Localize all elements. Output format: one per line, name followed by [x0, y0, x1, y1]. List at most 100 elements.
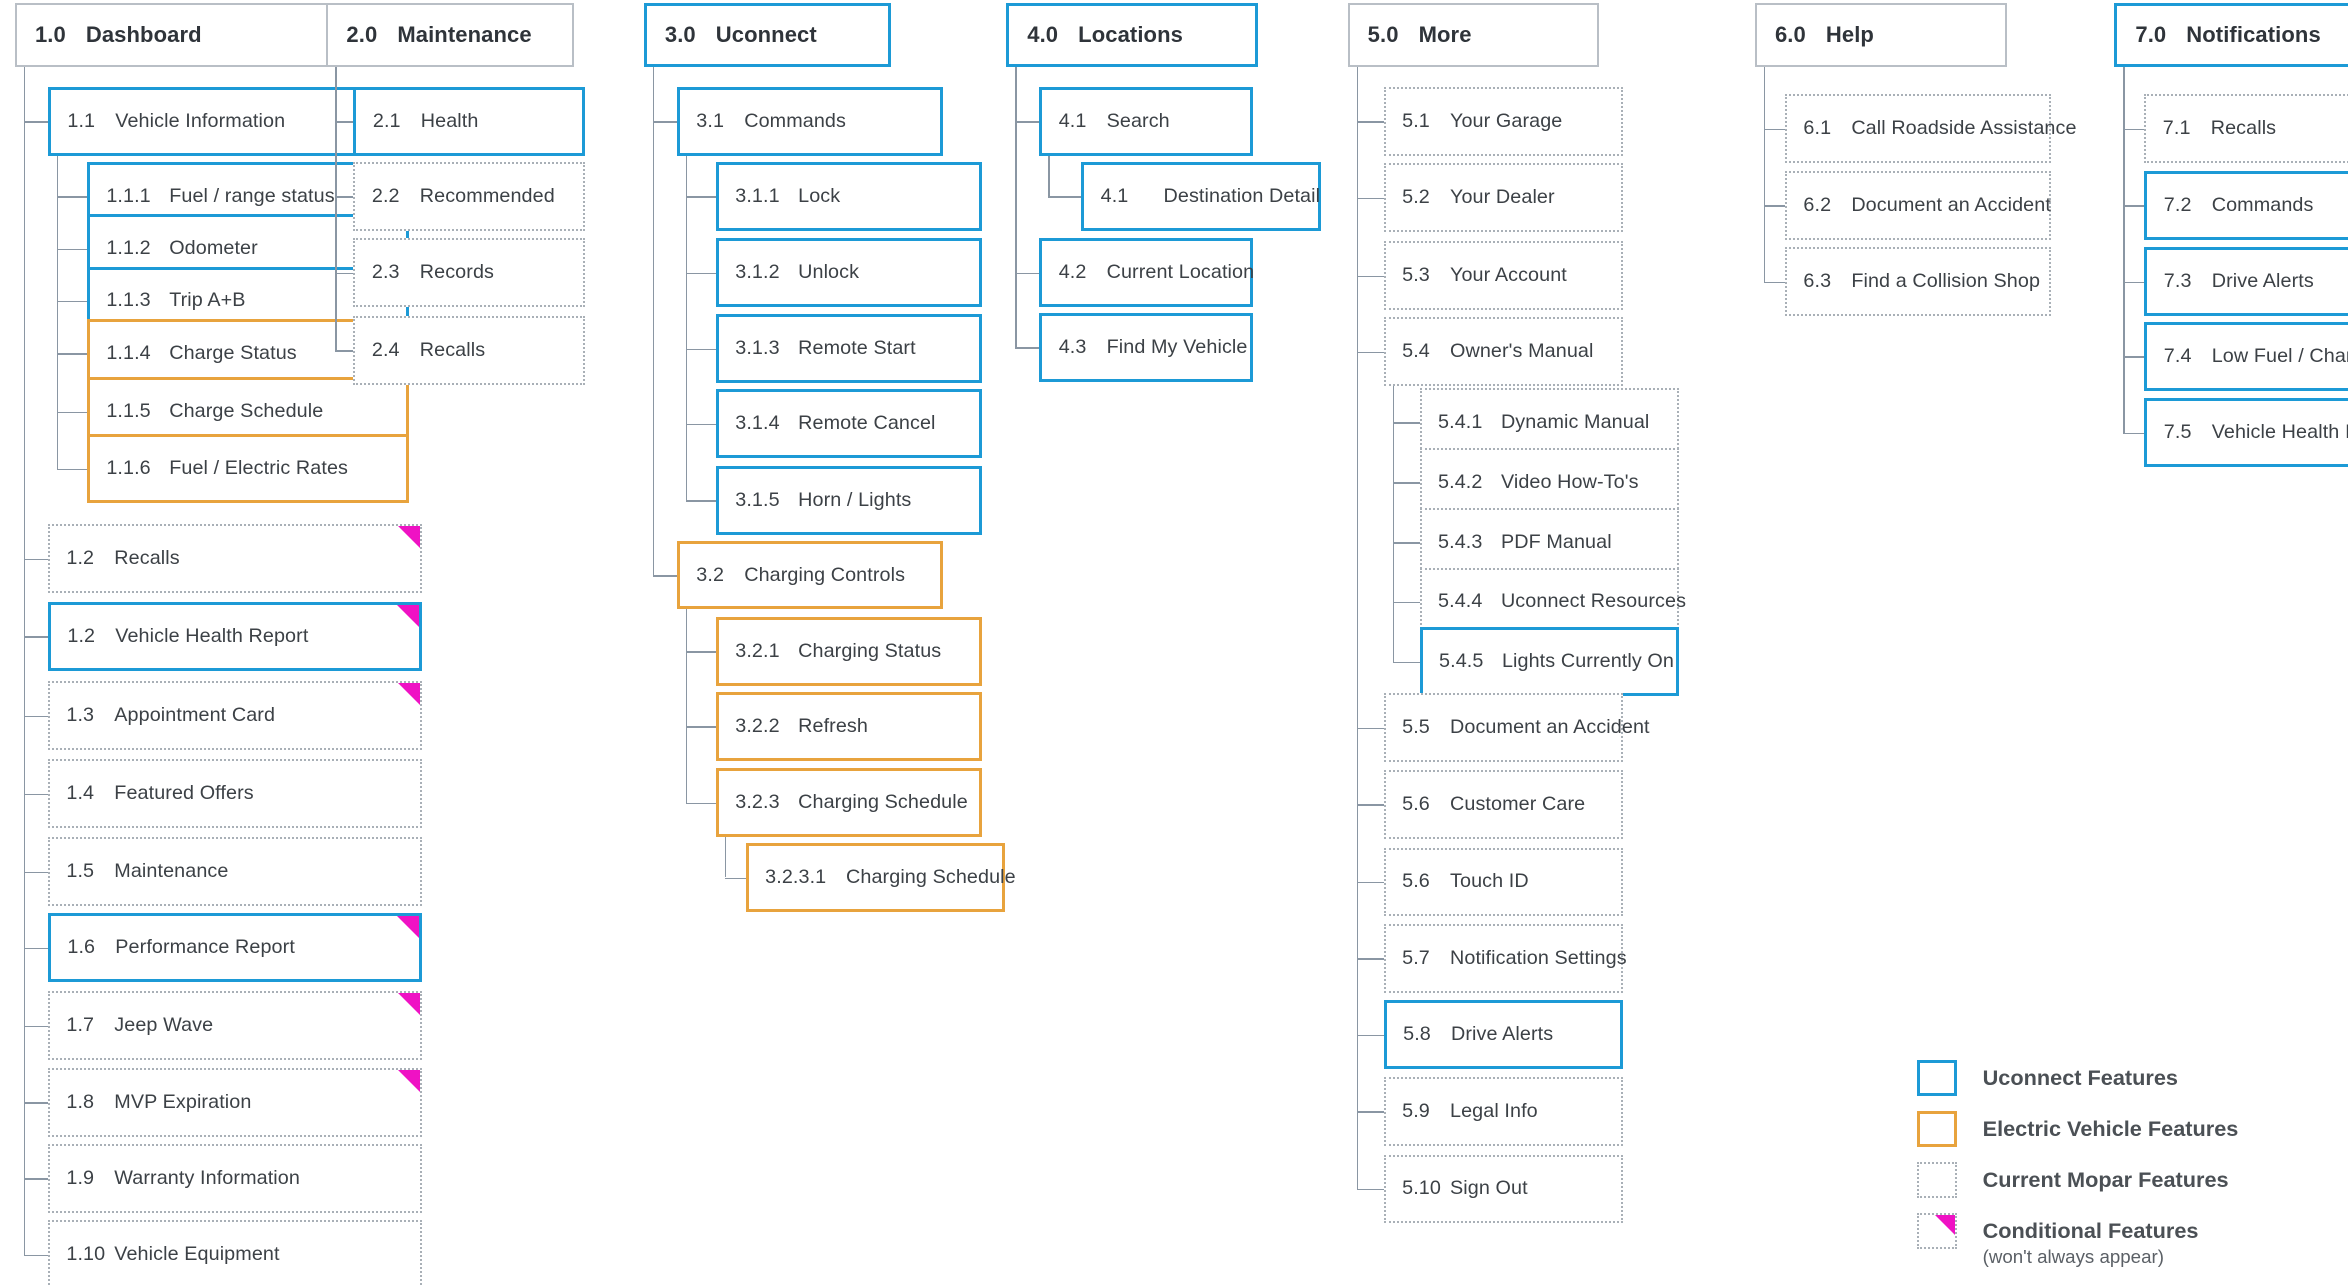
node-5-4-4[interactable]: 5.4.4 Uconnect Resources [1419, 567, 1686, 637]
node-7-2[interactable]: 7.2 Commands [2144, 170, 2348, 240]
node-2-1[interactable]: 2.1 Health [353, 86, 586, 156]
node-5-4-5[interactable]: 5.4.5 Lights Currently On [1419, 627, 1679, 697]
node-2-3[interactable]: 2.3 Records [353, 238, 586, 307]
conditional-corner-icon [398, 993, 421, 1016]
connector-line [56, 300, 87, 303]
connector-line [335, 350, 354, 352]
node-1-7[interactable]: 1.7 Jeep Wave [47, 991, 423, 1061]
connector-line [685, 348, 716, 351]
node-6-1[interactable]: 6.1 Call Roadside Assistance [1784, 94, 2076, 164]
node-3-2-1[interactable]: 3.2.1 Charging Status [715, 616, 983, 686]
node-1-1-6[interactable]: 1.1.6 Fuel / Electric Rates [86, 434, 409, 504]
node-number: 7.1 [2162, 117, 2191, 140]
node-label: Horn / Lights [798, 488, 912, 511]
node-1-8[interactable]: 1.8 MVP Expiration [47, 1067, 423, 1137]
node-3-1-3[interactable]: 3.1.3 Remote Start [715, 314, 983, 384]
node-label: Document an Accident [1851, 193, 2051, 216]
node-1-3[interactable]: 1.3 Appointment Card [47, 681, 423, 751]
col-maintenance-header[interactable]: 2.0 Maintenance [326, 2, 574, 68]
node-3-2-2[interactable]: 3.2.2 Refresh [715, 691, 983, 761]
node-number: 1.1.4 [106, 341, 151, 364]
node-3-1-2[interactable]: 3.1.2 Unlock [715, 238, 983, 307]
node-5-4-1[interactable]: 5.4.1 Dynamic Manual [1419, 387, 1679, 457]
node-5-4-3[interactable]: 5.4.3 PDF Manual [1419, 507, 1679, 577]
col-uconnect-header[interactable]: 3.0 Uconnect [643, 2, 891, 68]
col-help-header[interactable]: 6.0 Help [1755, 2, 2007, 68]
node-number: 1.0 [34, 22, 66, 48]
node-number: 1.1 [67, 109, 96, 132]
node-number: 1.7 [66, 1014, 95, 1037]
node-label: Low Fuel / Charge [2211, 344, 2348, 367]
node-label: Charging Status [798, 639, 942, 662]
node-3-1-4[interactable]: 3.1.4 Remote Cancel [715, 389, 983, 459]
node-1-4[interactable]: 1.4 Featured Offers [47, 759, 423, 829]
col-notifications-header[interactable]: 7.0 Notifications [2114, 2, 2348, 68]
node-6-2[interactable]: 6.2 Document an Accident [1784, 170, 2052, 240]
node-4-1[interactable]: 4.1 Destination Detail [1081, 161, 1321, 231]
connector-line [23, 1102, 48, 1104]
node-label: Odometer [169, 237, 258, 260]
node-3-1-5[interactable]: 3.1.5 Horn / Lights [715, 465, 983, 535]
node-4-1[interactable]: 4.1 Search [1039, 86, 1254, 156]
node-number: 4.1 [1058, 109, 1087, 132]
legend-swatch-uconnect [1916, 1060, 1958, 1097]
node-number: 1.9 [66, 1166, 95, 1189]
node-2-4[interactable]: 2.4 Recalls [353, 315, 586, 385]
connector-line [23, 636, 48, 638]
node-1-2[interactable]: 1.2 Recalls [47, 524, 423, 593]
connector-line [1356, 197, 1384, 200]
node-6-3[interactable]: 6.3 Find a Collision Shop [1784, 247, 2052, 316]
node-5-9[interactable]: 5.9 Legal Info [1383, 1076, 1624, 1146]
node-5-2[interactable]: 5.2 Your Dealer [1383, 163, 1624, 233]
node-label: Appointment Card [114, 704, 276, 727]
node-label: Featured Offers [114, 782, 254, 805]
connector-line [685, 651, 716, 653]
node-2-2[interactable]: 2.2 Recommended [353, 161, 586, 231]
node-number: 2.1 [372, 109, 401, 132]
node-number: 2.3 [371, 261, 400, 284]
connector-line [23, 947, 48, 950]
node-1-9[interactable]: 1.9 Warranty Information [47, 1144, 423, 1213]
node-label: Maintenance [114, 860, 229, 882]
col-more-header[interactable]: 5.0 More [1347, 2, 1600, 68]
conditional-corner-icon [397, 916, 420, 939]
node-5-8[interactable]: 5.8 Drive Alerts [1383, 1000, 1624, 1070]
node-label: Jeep Wave [114, 1014, 214, 1037]
node-7-1[interactable]: 7.1 Recalls [2144, 94, 2348, 164]
node-4-3[interactable]: 4.3 Find My Vehicle [1039, 312, 1254, 382]
node-5-7[interactable]: 5.7 Notification Settings [1383, 923, 1627, 993]
node-label: Vehicle Information [115, 109, 286, 132]
node-5-5[interactable]: 5.5 Document an Accident [1383, 693, 1650, 763]
node-label: More [1418, 22, 1472, 48]
node-1-10[interactable]: 1.10 Vehicle Equipment [47, 1220, 423, 1286]
connector-line [23, 715, 48, 718]
node-3-2-3[interactable]: 3.2.3 Charging Schedule [715, 768, 983, 838]
node-5-3[interactable]: 5.3 Your Account [1383, 241, 1624, 310]
connector-line [23, 871, 48, 873]
node-3-1[interactable]: 3.1 Commands [676, 86, 944, 156]
node-1-2[interactable]: 1.2 Vehicle Health Report [47, 601, 423, 671]
node-1-6[interactable]: 1.6 Performance Report [47, 913, 423, 983]
col-locations-header[interactable]: 4.0 Locations [1006, 2, 1258, 68]
node-7-5[interactable]: 7.5 Vehicle Health Issue [2144, 398, 2348, 468]
node-3-1-1[interactable]: 3.1.1 Lock [715, 161, 983, 231]
node-5-4-2[interactable]: 5.4.2 Video How-To's [1419, 447, 1679, 517]
connector-line [685, 609, 688, 803]
node-1-5[interactable]: 1.5 Maintenance [47, 837, 423, 906]
node-label: Customer Care [1450, 792, 1586, 815]
node-number: 6.1 [1803, 117, 1832, 140]
node-4-2[interactable]: 4.2 Current Location [1039, 238, 1254, 307]
node-label: Charge Schedule [169, 400, 324, 423]
col-dashboard-header[interactable]: 1.0 Dashboard [14, 2, 352, 68]
node-5-10[interactable]: 5.10 Sign Out [1383, 1154, 1624, 1224]
node-5-6[interactable]: 5.6 Touch ID [1383, 847, 1624, 917]
node-5-6[interactable]: 5.6 Customer Care [1383, 769, 1624, 839]
connector-line [2123, 67, 2125, 433]
node-number: 3.2.3.1 [765, 866, 827, 888]
node-3-2-3-1[interactable]: 3.2.3.1 Charging Schedule [745, 843, 1016, 912]
node-5-1[interactable]: 5.1 Your Garage [1383, 86, 1624, 156]
node-7-4[interactable]: 7.4 Low Fuel / Charge [2144, 321, 2348, 391]
node-3-2[interactable]: 3.2 Charging Controls [676, 540, 944, 610]
node-5-4[interactable]: 5.4 Owner's Manual [1383, 317, 1624, 387]
node-7-3[interactable]: 7.3 Drive Alerts [2144, 247, 2348, 316]
